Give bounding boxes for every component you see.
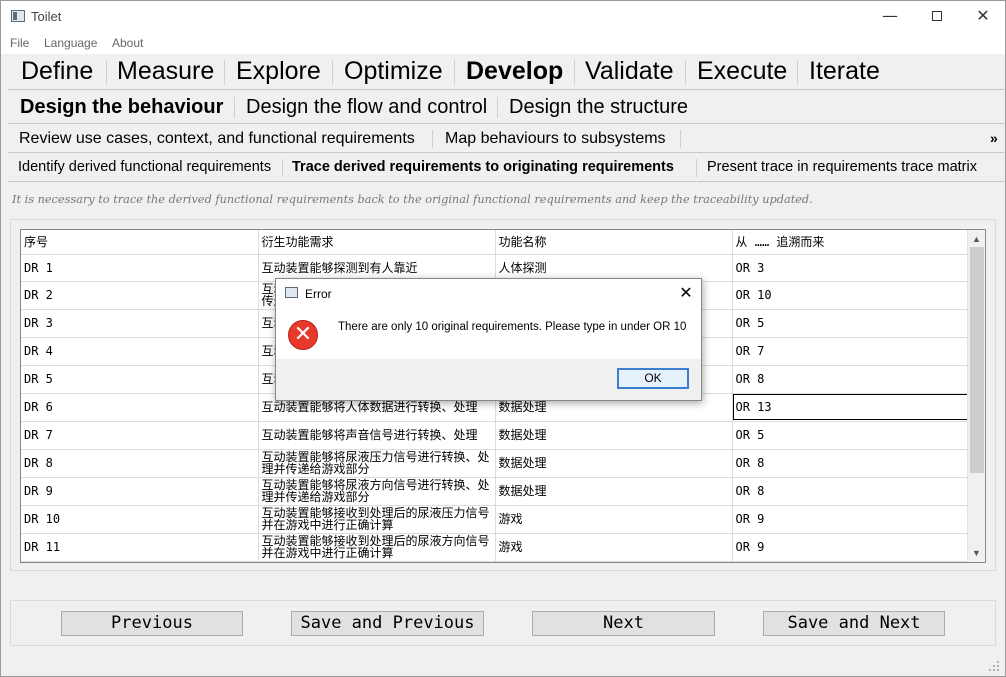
menu-language[interactable]: Language <box>44 36 97 50</box>
step-tabs: Identify derived functional requirements… <box>8 154 1004 182</box>
cell-traced-from[interactable]: OR 8 <box>732 477 970 506</box>
maximize-button[interactable] <box>922 5 952 27</box>
tab-trace-derived[interactable]: Trace derived requirements to originatin… <box>292 159 674 175</box>
tab-validate[interactable]: Validate <box>585 57 674 86</box>
scroll-up-arrow-icon[interactable]: ▲ <box>968 232 985 246</box>
tab-optimize[interactable]: Optimize <box>344 57 443 86</box>
app-icon <box>11 10 25 22</box>
cell-id[interactable]: DR 5 <box>21 365 259 394</box>
cell-function-name[interactable]: 游戏 <box>495 505 733 534</box>
cell-traced-from[interactable]: OR 10 <box>732 281 970 310</box>
title-bar: Toilet — ✕ <box>1 1 1005 32</box>
menu-file[interactable]: File <box>10 36 29 50</box>
minimize-button[interactable]: — <box>875 5 905 27</box>
resize-grip-icon[interactable] <box>985 657 1001 673</box>
cell-function-name[interactable]: 数据处理 <box>495 477 733 506</box>
cell-id[interactable]: DR 9 <box>21 477 259 506</box>
col-header-derived-req: 衍生功能需求 <box>258 230 496 255</box>
table-row[interactable]: DR 11 互动装置能够接收到处理后的尿液方向信号并在游戏中进行正确计算 游戏 OR … <box>21 533 970 562</box>
tab-design-structure[interactable]: Design the structure <box>509 96 688 119</box>
table-row[interactable]: DR 9 互动装置能够将尿液方向信号进行转换、处理并传递给游戏部分 数据处理 OR 8 <box>21 477 970 506</box>
cell-traced-from[interactable]: OR 8 <box>732 449 970 478</box>
more-tabs-arrow[interactable]: » <box>990 130 998 146</box>
cell-id[interactable]: DR 8 <box>21 449 259 478</box>
cell-traced-from[interactable]: OR 13 <box>732 393 970 422</box>
tab-develop[interactable]: Develop <box>466 57 563 86</box>
cell-derived-requirement[interactable]: 互动装置能够接收到处理后的尿液压力信号并在游戏中进行正确计算 <box>258 505 496 534</box>
activity-tabs: Review use cases, context, and functiona… <box>8 125 1004 153</box>
table-row[interactable]: DR 10 互动装置能够接收到处理后的尿液压力信号并在游戏中进行正确计算 游戏 OR … <box>21 505 970 534</box>
scroll-thumb[interactable] <box>970 247 984 473</box>
dialog-title: Error <box>305 287 332 301</box>
tab-design-flow[interactable]: Design the flow and control <box>246 96 487 119</box>
cell-id[interactable]: DR 2 <box>21 281 259 310</box>
window-title: Toilet <box>31 9 62 24</box>
cell-traced-from[interactable]: OR 9 <box>732 505 970 534</box>
tab-explore[interactable]: Explore <box>236 57 321 86</box>
cell-derived-requirement[interactable]: 互动装置能够将声音信号进行转换、处理 <box>258 421 496 450</box>
menu-about[interactable]: About <box>112 36 143 50</box>
table-row[interactable]: DR 7 互动装置能够将声音信号进行转换、处理 数据处理 OR 5 <box>21 421 970 450</box>
table-row[interactable]: DR 8 互动装置能够将尿液压力信号进行转换、处理并传递给游戏部分 数据处理 OR 8 <box>21 449 970 478</box>
cell-derived-requirement[interactable]: 互动装置能够将尿液压力信号进行转换、处理并传递给游戏部分 <box>258 449 496 478</box>
cell-id[interactable]: DR 11 <box>21 533 259 562</box>
phase-tabs: Define Measure Explore Optimize Develop … <box>8 54 1004 90</box>
tab-present-trace[interactable]: Present trace in requirements trace matr… <box>707 159 977 175</box>
table-scrollbar[interactable]: ▲ ▼ <box>967 230 985 562</box>
cell-traced-from[interactable]: OR 5 <box>732 421 970 450</box>
cell-id[interactable]: DR 6 <box>21 393 259 422</box>
tab-review-use-cases[interactable]: Review use cases, context, and functiona… <box>19 130 415 148</box>
col-header-traced-from: 从 …… 追溯而来 <box>732 230 970 255</box>
table-row[interactable]: DR 1 互动装置能够探测到有人靠近 人体探测 OR 3 <box>21 254 970 282</box>
col-header-function: 功能名称 <box>495 230 733 255</box>
cell-id[interactable]: DR 10 <box>21 505 259 534</box>
tab-design-behaviour[interactable]: Design the behaviour <box>20 96 223 119</box>
tab-identify-derived[interactable]: Identify derived functional requirements <box>18 159 271 175</box>
cell-id[interactable]: DR 1 <box>21 254 259 282</box>
dialog-title-bar: Error ✕ <box>276 279 701 308</box>
cell-traced-from[interactable]: OR 7 <box>732 337 970 366</box>
dialog-body: ✕ There are only 10 original requirement… <box>276 308 701 359</box>
next-button[interactable]: Next <box>532 611 715 636</box>
cell-traced-from[interactable]: OR 9 <box>732 533 970 562</box>
cell-derived-requirement[interactable]: 互动装置能够将尿液方向信号进行转换、处理并传递给游戏部分 <box>258 477 496 506</box>
error-message: There are only 10 original requirements.… <box>338 321 687 333</box>
cell-function-name[interactable]: 数据处理 <box>495 421 733 450</box>
cell-id[interactable]: DR 3 <box>21 309 259 338</box>
cell-derived-requirement[interactable]: 互动装置能够探测到有人靠近 <box>258 254 496 282</box>
scroll-down-arrow-icon[interactable]: ▼ <box>968 546 985 560</box>
error-icon: ✕ <box>288 320 318 350</box>
tab-execute[interactable]: Execute <box>697 57 787 86</box>
tab-map-behaviours[interactable]: Map behaviours to subsystems <box>445 130 666 148</box>
cell-id[interactable]: DR 4 <box>21 337 259 366</box>
subphase-tabs: Design the behaviour Design the flow and… <box>8 91 1004 124</box>
dialog-close-button[interactable]: ✕ <box>674 283 698 303</box>
cell-traced-from[interactable]: OR 5 <box>732 309 970 338</box>
cell-function-name[interactable]: 数据处理 <box>495 449 733 478</box>
previous-button[interactable]: Previous <box>61 611 243 636</box>
cell-derived-requirement[interactable]: 互动装置能够接收到处理后的尿液方向信号并在游戏中进行正确计算 <box>258 533 496 562</box>
close-window-button[interactable]: ✕ <box>968 5 998 27</box>
col-header-id: 序号 <box>21 230 259 255</box>
save-and-next-button[interactable]: Save and Next <box>763 611 945 636</box>
table-header-row: 序号 衍生功能需求 功能名称 从 …… 追溯而来 <box>21 230 970 255</box>
maximize-icon <box>932 11 942 21</box>
cell-function-name[interactable]: 人体探测 <box>495 254 733 282</box>
cell-id[interactable]: DR 7 <box>21 421 259 450</box>
dialog-app-icon <box>285 287 298 298</box>
tab-define[interactable]: Define <box>21 57 93 86</box>
menu-bar: File Language About <box>1 32 1005 54</box>
cell-traced-from[interactable]: OR 3 <box>732 254 970 282</box>
cell-traced-from[interactable]: OR 8 <box>732 365 970 394</box>
ok-button[interactable]: OK <box>617 368 689 389</box>
instruction-text: It is necessary to trace the derived fun… <box>12 193 813 206</box>
tab-measure[interactable]: Measure <box>117 57 214 86</box>
tab-iterate[interactable]: Iterate <box>809 57 880 86</box>
save-and-previous-button[interactable]: Save and Previous <box>291 611 484 636</box>
error-dialog: Error ✕ ✕ There are only 10 original req… <box>275 278 702 401</box>
cell-function-name[interactable]: 游戏 <box>495 533 733 562</box>
